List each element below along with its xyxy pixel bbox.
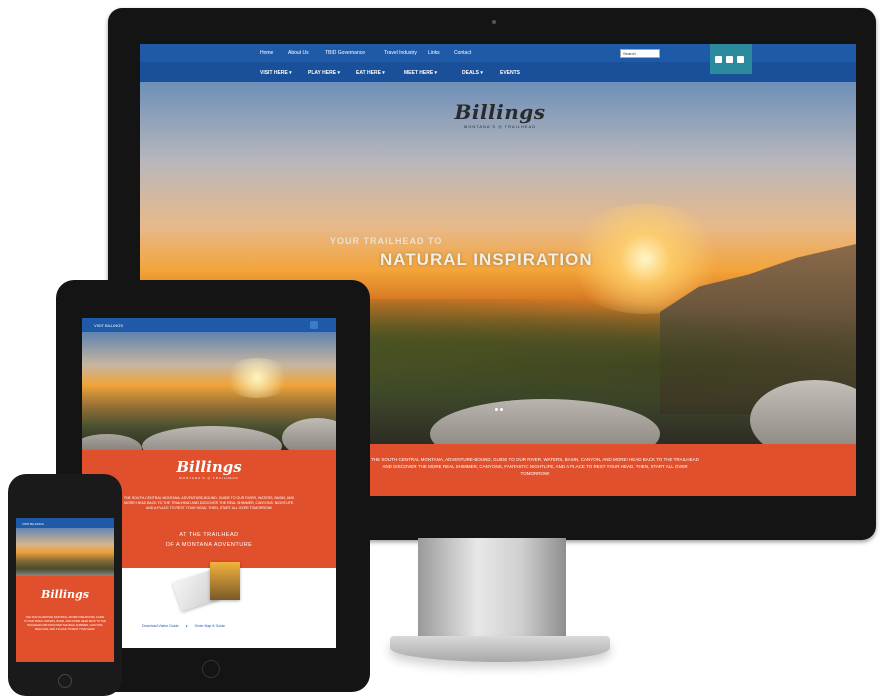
phone-screen: VISIT BILLINGS Billings THE SOUTH-CENTRA…: [16, 518, 114, 662]
nav-link-travel-industry[interactable]: Travel Industry: [384, 50, 417, 56]
carousel-dots[interactable]: [495, 398, 505, 416]
tablet-nav: VISIT BILLINGS: [82, 318, 336, 332]
intro-text: THE SOUTH-CENTRAL MONTANA, ADVENTURE-BOU…: [371, 457, 699, 476]
instagram-icon[interactable]: [737, 56, 744, 63]
menu-icon[interactable]: [310, 321, 318, 329]
webcam: [492, 20, 496, 24]
billings-logo[interactable]: Billings MONTANA'S ◎ TRAILHEAD: [162, 458, 256, 480]
sun-glow: [222, 358, 292, 398]
hero-tagline-small: YOUR TRAILHEAD TO: [330, 236, 443, 246]
facebook-icon[interactable]: [715, 56, 722, 63]
nav-link-home[interactable]: Home: [260, 50, 273, 56]
nav-link-links[interactable]: Links: [428, 50, 440, 56]
billings-logo[interactable]: Billings MONTANA'S ◎ TRAILHEAD: [440, 100, 560, 129]
nav-eat-here[interactable]: EAT HERE ▾: [356, 70, 385, 76]
trail-line-1: AT THE TRAILHEAD: [179, 532, 239, 538]
monitor-stand: [418, 538, 566, 638]
trail-line-2: OF A MONTANA ADVENTURE: [165, 542, 253, 548]
phone-nav: VISIT BILLINGS: [16, 518, 114, 528]
phone-hero-image: [16, 528, 114, 576]
monitor-base: [390, 636, 610, 662]
nav-link-contact[interactable]: Contact: [454, 50, 471, 56]
social-links: [710, 44, 752, 74]
map-guide-image[interactable]: [210, 562, 240, 600]
nav-link-tbid[interactable]: TBID Governance: [325, 50, 365, 56]
nav-link-about[interactable]: About Us: [288, 50, 309, 56]
download-guide-link[interactable]: Download Visitor Guide: [142, 624, 179, 628]
nav-visit-here[interactable]: VISIT HERE ▾: [260, 70, 292, 76]
billings-logo[interactable]: Billings: [34, 588, 96, 601]
nav-play-here[interactable]: PLAY HERE ▾: [308, 70, 340, 76]
nav-meet-here[interactable]: MEET HERE ▾: [404, 70, 437, 76]
phone-home-button: [58, 674, 72, 688]
twitter-icon[interactable]: [726, 56, 733, 63]
order-guide-link[interactable]: Order Map & Guide: [195, 624, 225, 628]
tablet-intro-text: THE SOUTH-CENTRAL MONTANA, ADVENTURE-BOU…: [123, 496, 295, 510]
tablet-home-button: [202, 660, 220, 678]
search-input[interactable]: Search: [620, 49, 660, 58]
nav-events[interactable]: EVENTS: [500, 70, 520, 76]
guide-links: Download Visitor Guide ● Order Map & Gui…: [142, 624, 225, 628]
nav-deals[interactable]: DEALS ▾: [462, 70, 483, 76]
phone-intro-text: THE SOUTH-CENTRAL MONTANA, ADVENTURE-BOU…: [24, 616, 106, 631]
hero-tagline-big: NATURAL INSPIRATION: [380, 250, 593, 269]
